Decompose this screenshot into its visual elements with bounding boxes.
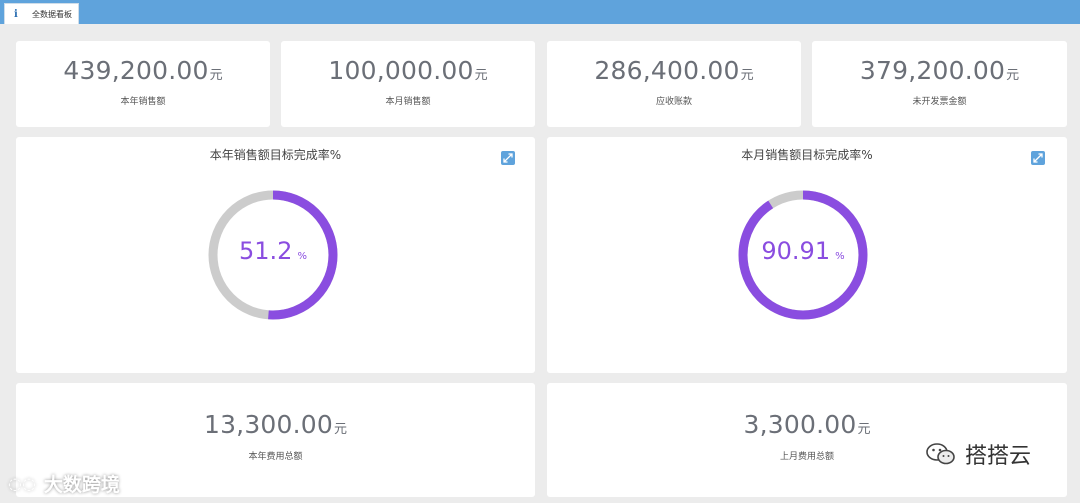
- info-icon: i: [14, 8, 18, 20]
- wechat-icon: [926, 443, 955, 465]
- kpi-unit: 元: [474, 68, 488, 83]
- donut-center-label: 90.91%: [736, 237, 870, 265]
- completion-value: 51.2: [239, 237, 293, 265]
- cost-label: 本年费用总额: [248, 452, 303, 462]
- logo-icon: ◌◌: [8, 474, 36, 493]
- kpi-card-year-sales: 439,200.00元 本年销售额: [16, 41, 270, 127]
- watermark-left-text: 大数跨境: [43, 474, 120, 496]
- percent-sign: %: [297, 251, 307, 262]
- kpi-unit: 元: [209, 68, 223, 83]
- gauge-title: 本年销售额目标完成率%: [209, 148, 342, 162]
- gauge-card-year: 本年销售额目标完成率% 51.2%: [16, 137, 535, 373]
- kpi-value: 286,400.00: [594, 56, 740, 85]
- top-bar: i 全数据看板: [0, 0, 1080, 24]
- cost-unit: 元: [334, 422, 348, 437]
- donut-center-label: 51.2%: [206, 237, 340, 265]
- cost-unit: 元: [857, 422, 871, 437]
- kpi-unit: 元: [740, 68, 754, 83]
- watermark-right-text: 搭搭云: [965, 444, 1032, 469]
- gauge-title: 本月销售额目标完成率%: [741, 148, 873, 162]
- kpi-value: 439,200.00: [63, 56, 209, 85]
- watermark-left: ◌◌ 大数跨境: [8, 470, 120, 497]
- kpi-card-receivables: 286,400.00元 应收账款: [547, 41, 801, 127]
- kpi-value: 379,200.00: [859, 56, 1006, 85]
- kpi-card-uninvoiced: 379,200.00元 未开发票金额: [812, 41, 1067, 127]
- tab-label: 全数据看板: [32, 9, 72, 19]
- watermark-right: 搭搭云: [925, 438, 1031, 470]
- tab-full-data-board[interactable]: i 全数据看板: [4, 3, 79, 24]
- expand-icon[interactable]: [1031, 151, 1045, 165]
- kpi-label: 未开发票金额: [912, 97, 967, 107]
- cost-value: 3,300.00: [743, 410, 857, 439]
- expand-icon[interactable]: [501, 151, 515, 165]
- cost-value: 13,300.00: [203, 410, 334, 439]
- gauge-card-month: 本月销售额目标完成率% 90.91%: [547, 137, 1067, 373]
- percent-sign: %: [835, 251, 845, 262]
- kpi-label: 本年销售额: [120, 97, 166, 107]
- kpi-label: 应收账款: [655, 97, 692, 107]
- kpi-card-month-sales: 100,000.00元 本月销售额: [281, 41, 535, 127]
- kpi-value: 100,000.00: [328, 56, 474, 85]
- kpi-label: 本月销售额: [385, 97, 431, 107]
- kpi-unit: 元: [1006, 68, 1020, 83]
- completion-value: 90.91: [761, 237, 831, 265]
